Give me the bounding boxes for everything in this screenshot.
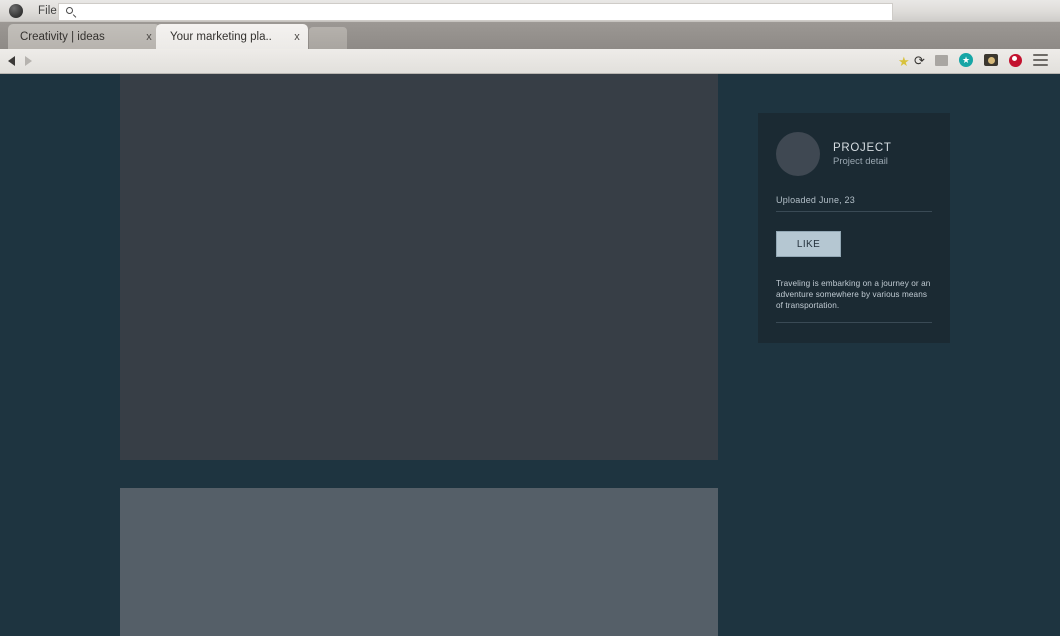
notification-dot-icon[interactable] [1009, 53, 1022, 67]
avatar [776, 132, 820, 176]
app-logo-icon[interactable] [9, 3, 23, 18]
reload-icon[interactable]: ⟳ [914, 54, 925, 67]
nav-arrow-group [8, 56, 52, 66]
teal-star-badge-icon[interactable]: ★ [959, 53, 973, 67]
forward-arrow-icon[interactable] [25, 56, 32, 66]
project-card-header: PROJECT Project detail [776, 132, 932, 176]
uploaded-date: Uploaded June, 23 [776, 195, 855, 205]
menu-item-file[interactable]: File [38, 5, 57, 17]
content-block-primary[interactable] [120, 74, 718, 460]
like-button[interactable]: LIKE [776, 231, 841, 257]
page-title: PROJECT [833, 141, 892, 154]
toolbar-icon-group: ★ [935, 53, 1048, 67]
tab-close-icon[interactable]: x [289, 31, 305, 43]
tab-close-icon[interactable]: x [141, 31, 157, 43]
project-card-heading-group: PROJECT Project detail [833, 142, 892, 167]
project-description: Traveling is embarking on a journey or a… [776, 279, 931, 310]
bookmark-star-icon[interactable]: ★ [898, 55, 910, 68]
project-subtitle: Project detail [833, 155, 888, 167]
tab-title: Creativity | ideas [20, 30, 105, 43]
project-card: PROJECT Project detail Uploaded June, 23… [758, 113, 950, 343]
browser-window: File Edit Tools Setting Help Creativity … [0, 0, 1060, 636]
extension-square-icon[interactable] [935, 54, 948, 66]
divider-top [776, 211, 932, 212]
tab-strip: Creativity | ideas x Your marketing pla.… [0, 22, 1060, 49]
content-block-secondary[interactable] [120, 488, 718, 636]
tab-creativity-ideas[interactable]: Creativity | ideas x [8, 24, 160, 49]
page-viewport: PROJECT Project detail Uploaded June, 23… [0, 74, 1060, 636]
profile-badge-icon[interactable] [984, 54, 998, 66]
tab-your-marketing-plan[interactable]: Your marketing pla.. x [156, 24, 308, 49]
search-icon [66, 6, 77, 18]
back-arrow-icon[interactable] [8, 56, 15, 66]
address-bar[interactable] [58, 3, 893, 21]
tab-title: Your marketing pla.. [170, 30, 272, 43]
divider-bottom [776, 322, 932, 324]
new-tab-button[interactable] [309, 27, 347, 49]
hamburger-menu-icon[interactable] [1033, 54, 1048, 66]
